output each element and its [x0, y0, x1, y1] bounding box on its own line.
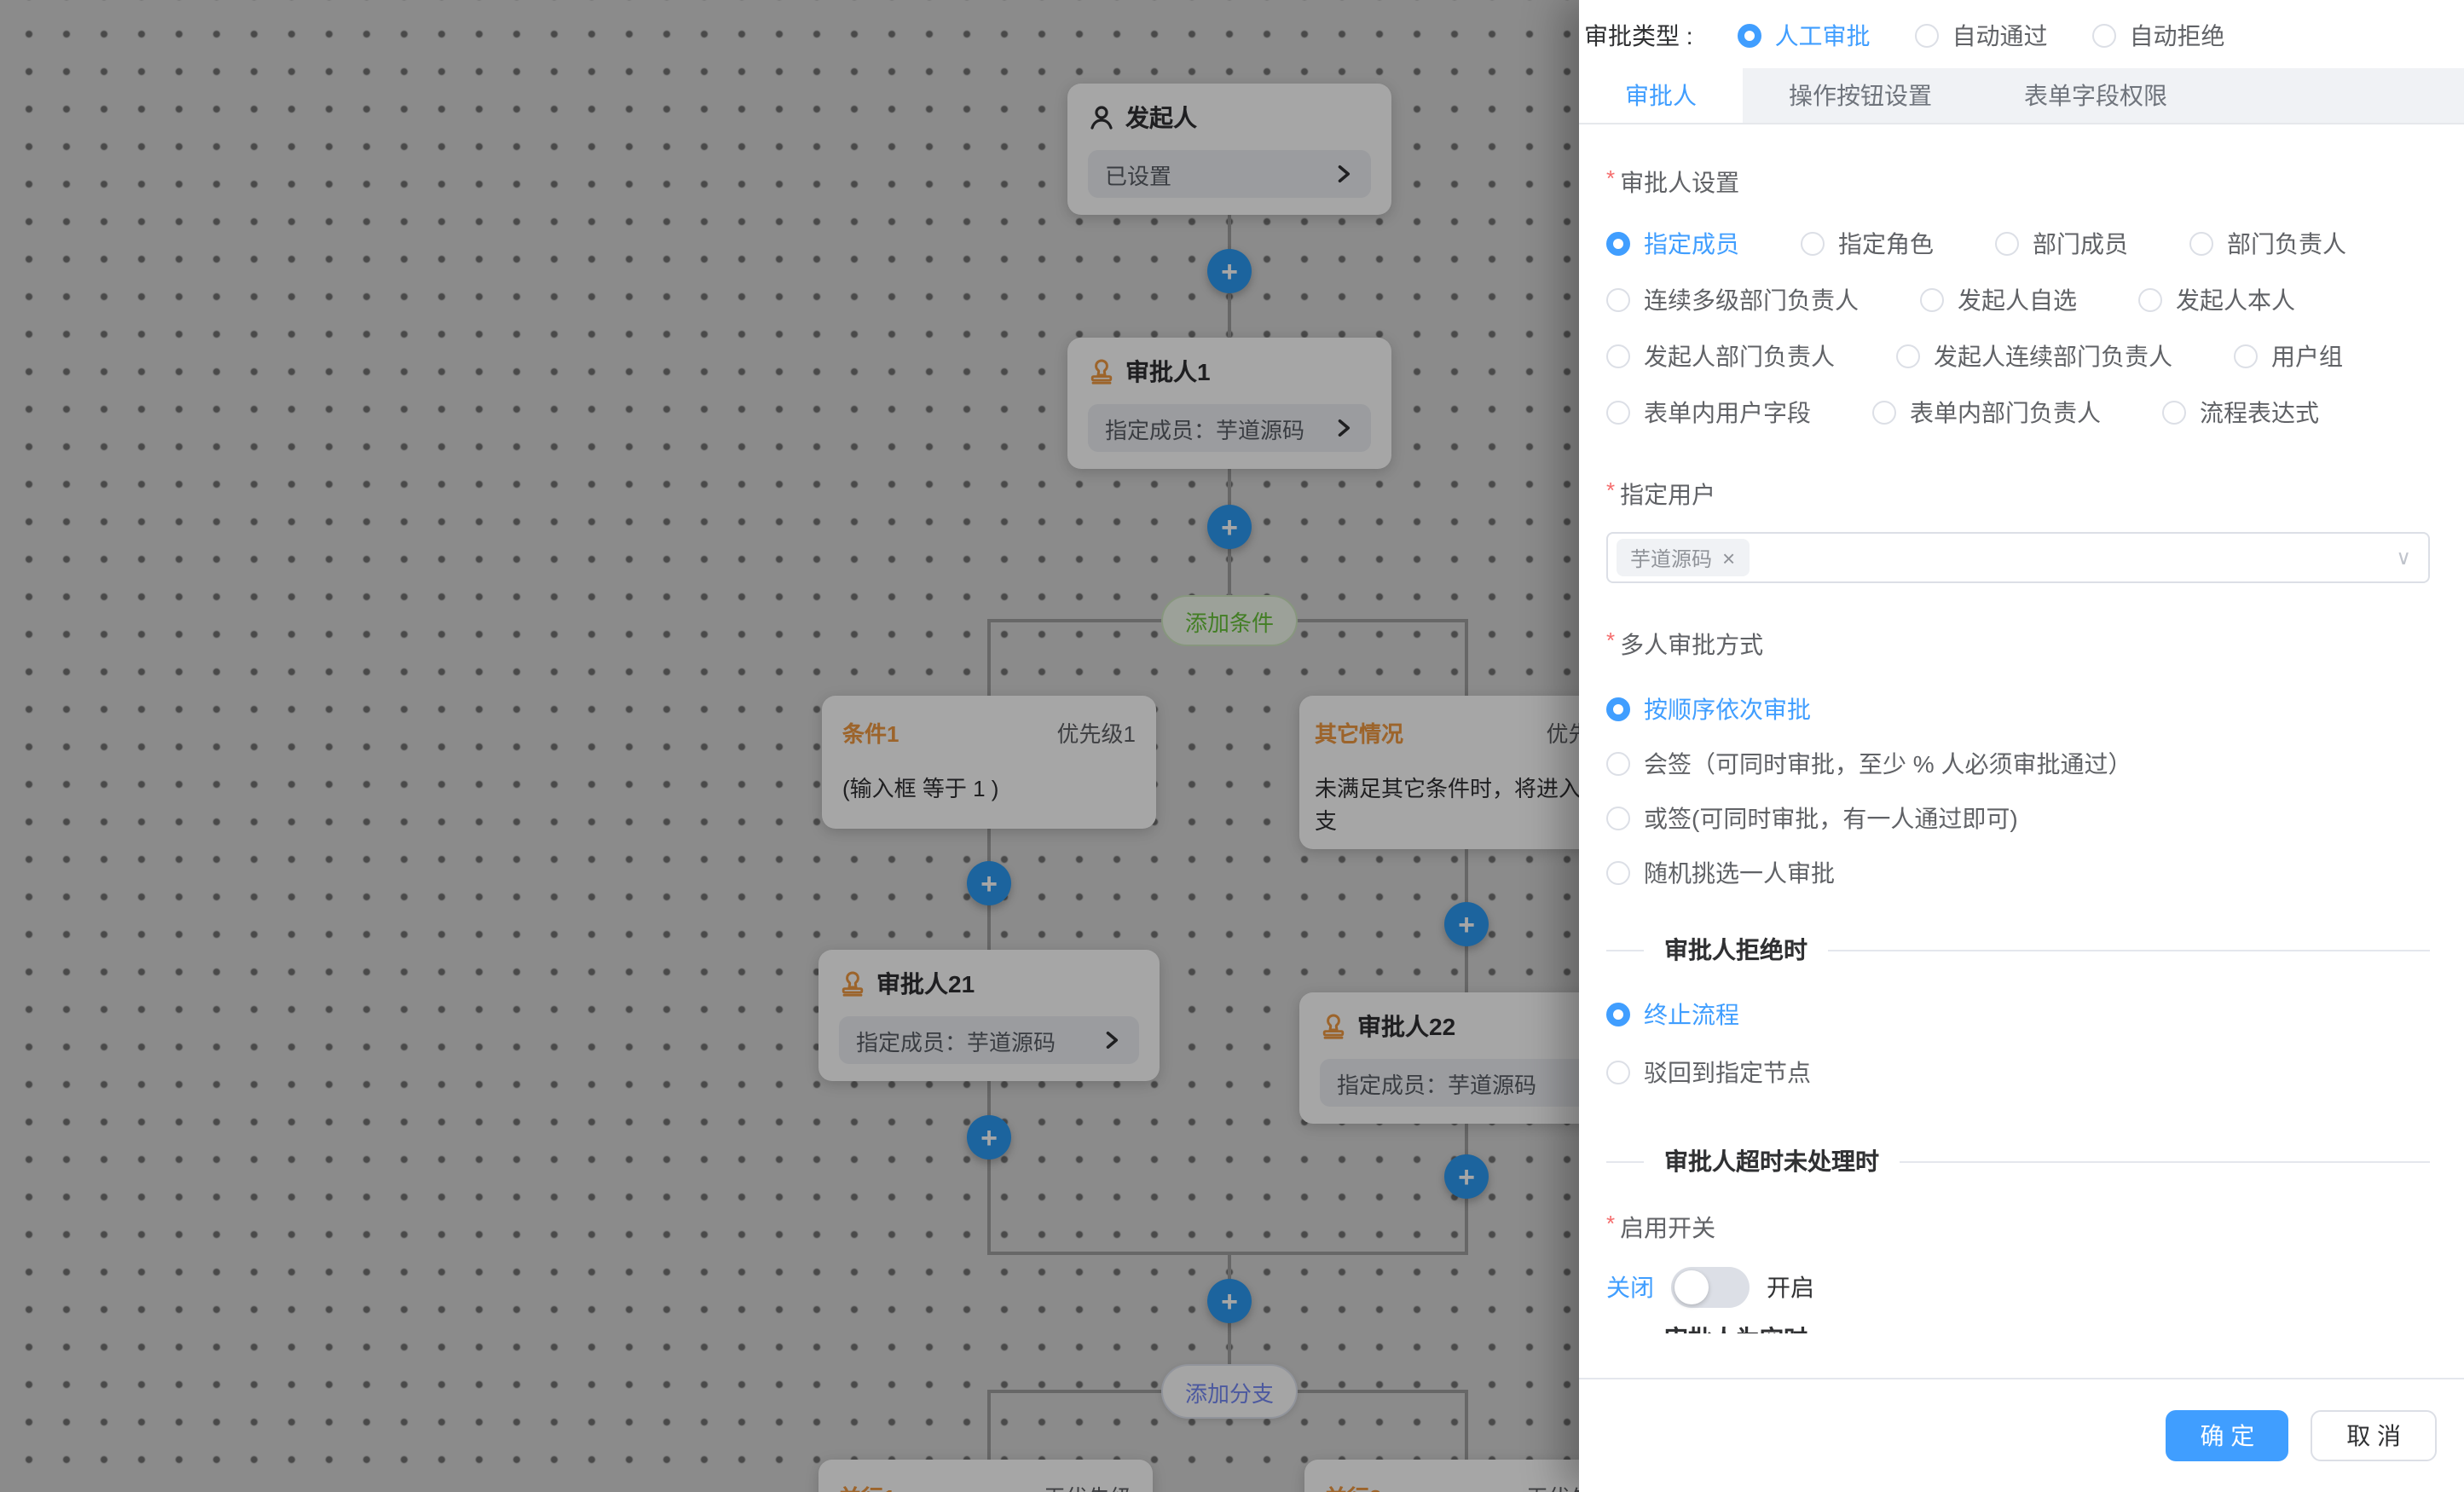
radio-control[interactable] — [1606, 1003, 1630, 1026]
approver-setting-option[interactable]: 发起人自选 — [1920, 283, 2077, 317]
approver-setting-label: * 审批人设置 — [1606, 165, 2430, 200]
approver-setting-row: 连续多级部门负责人 发起人自选 发起人本人 — [1606, 283, 2430, 317]
workflow-designer-app: + + + + + + + 发起人 已设置 — [0, 0, 2464, 1492]
multi-approve-option[interactable]: 或签(可同时审批，有一人通过即可) — [1606, 791, 2430, 846]
approver-setting-option[interactable]: 表单内部门负责人 — [1872, 396, 2101, 430]
approval-type-label: 审批类型 : — [1584, 19, 1693, 53]
radio-control[interactable] — [1606, 344, 1630, 368]
empty-approver-divider-clipped: 审批人为空时 — [1606, 1320, 2430, 1333]
radio-control[interactable] — [1606, 697, 1630, 721]
user-select[interactable]: 芋道源码 × ∨ — [1606, 532, 2430, 583]
approval-type-radio-group: 人工审批 自动通过 自动拒绝 — [1693, 19, 2225, 53]
required-asterisk: * — [1606, 165, 1615, 193]
approver-setting-option[interactable]: 用户组 — [2234, 339, 2343, 373]
approver-setting-option[interactable]: 流程表达式 — [2162, 396, 2319, 430]
confirm-button[interactable]: 确 定 — [2166, 1410, 2288, 1461]
approver-setting-option[interactable]: 部门负责人 — [2189, 227, 2346, 261]
multi-approve-option[interactable]: 会签（可同时审批，至少 % 人必须审批通过） — [1606, 737, 2430, 791]
radio-control[interactable] — [1896, 344, 1920, 368]
radio-control[interactable] — [1606, 861, 1630, 885]
approver-setting-row: 表单内用户字段 表单内部门负责人 流程表达式 — [1606, 396, 2430, 430]
cancel-button[interactable]: 取 消 — [2311, 1410, 2437, 1461]
multi-approve-option[interactable]: 按顺序依次审批 — [1606, 682, 2430, 737]
radio-control[interactable] — [1738, 24, 1761, 48]
radio-control[interactable] — [1920, 288, 1944, 312]
timeout-section-divider: 审批人超时未处理时 — [1606, 1142, 2430, 1180]
radio-control[interactable] — [1872, 401, 1896, 425]
remove-tag-icon[interactable]: × — [1722, 546, 1735, 569]
switch-knob — [1674, 1270, 1709, 1304]
radio-control[interactable] — [1606, 1061, 1630, 1084]
radio-control[interactable] — [2138, 288, 2162, 312]
approver-setting-option[interactable]: 部门成员 — [1995, 227, 2128, 261]
radio-control[interactable] — [2092, 24, 2116, 48]
approval-config-drawer: 审批类型 : 人工审批 自动通过 自动拒绝 — [1579, 0, 2464, 1492]
enable-switch-label: * 启用开关 — [1606, 1211, 2430, 1245]
radio-control[interactable] — [2189, 232, 2213, 256]
timeout-enable-switch[interactable] — [1671, 1267, 1750, 1308]
switch-off-label: 关闭 — [1606, 1270, 1654, 1304]
approver-setting-row: 指定成员 指定角色 部门成员 部门负责人 — [1606, 227, 2430, 261]
radio-control[interactable] — [1995, 232, 2019, 256]
approval-type-option[interactable]: 自动拒绝 — [2092, 19, 2225, 53]
drawer-footer: 确 定 取 消 — [1579, 1378, 2464, 1492]
radio-control[interactable] — [2162, 401, 2186, 425]
required-asterisk: * — [1606, 627, 1615, 655]
switch-on-label: 开启 — [1767, 1270, 1814, 1304]
required-asterisk: * — [1606, 1211, 1615, 1238]
approver-setting-option[interactable]: 指定角色 — [1801, 227, 1934, 261]
config-tabs: 审批人 操作按钮设置 表单字段权限 — [1579, 68, 2464, 124]
timeout-switch-row: 关闭 开启 — [1606, 1265, 2430, 1310]
reject-option[interactable]: 驳回到指定节点 — [1606, 1044, 2430, 1102]
approver-setting-option[interactable]: 发起人连续部门负责人 — [1896, 339, 2172, 373]
radio-control[interactable] — [1606, 232, 1630, 256]
radio-control[interactable] — [2234, 344, 2258, 368]
reject-options: 终止流程 驳回到指定节点 — [1606, 986, 2430, 1102]
radio-control[interactable] — [1915, 24, 1939, 48]
multi-approve-label: * 多人审批方式 — [1606, 627, 2430, 662]
config-tab[interactable]: 操作按钮设置 — [1743, 68, 1978, 123]
approval-type-option[interactable]: 自动通过 — [1915, 19, 2048, 53]
reject-option[interactable]: 终止流程 — [1606, 986, 2430, 1044]
multi-approve-option[interactable]: 随机挑选一人审批 — [1606, 846, 2430, 900]
drawer-content[interactable]: * 审批人设置 指定成员 指定角色 — [1579, 124, 2464, 1333]
radio-control[interactable] — [1606, 807, 1630, 830]
approval-type-option[interactable]: 人工审批 — [1738, 19, 1871, 53]
required-asterisk: * — [1606, 477, 1615, 505]
approver-setting-option[interactable]: 表单内用户字段 — [1606, 396, 1811, 430]
assign-user-label: * 指定用户 — [1606, 477, 2430, 512]
radio-control[interactable] — [1606, 752, 1630, 776]
approval-type-row: 审批类型 : 人工审批 自动通过 自动拒绝 — [1579, 0, 2464, 68]
radio-control[interactable] — [1801, 232, 1825, 256]
approver-setting-option[interactable]: 发起人本人 — [2138, 283, 2295, 317]
approver-setting-option[interactable]: 发起人部门负责人 — [1606, 339, 1835, 373]
config-tab[interactable]: 表单字段权限 — [1978, 68, 2213, 123]
approver-setting-row: 发起人部门负责人 发起人连续部门负责人 用户组 — [1606, 339, 2430, 373]
approver-setting-option[interactable]: 连续多级部门负责人 — [1606, 283, 1859, 317]
radio-control[interactable] — [1606, 401, 1630, 425]
multi-approve-options: 按顺序依次审批 会签（可同时审批，至少 % 人必须审批通过） 或签(可同时审批，… — [1606, 682, 2430, 900]
reject-section-divider: 审批人拒绝时 — [1606, 931, 2430, 969]
chevron-down-icon: ∨ — [2396, 546, 2411, 570]
radio-control[interactable] — [1606, 288, 1630, 312]
approver-setting-option[interactable]: 指定成员 — [1606, 227, 1739, 261]
config-tab[interactable]: 审批人 — [1579, 68, 1743, 123]
selected-user-tag: 芋道源码 × — [1617, 539, 1749, 576]
